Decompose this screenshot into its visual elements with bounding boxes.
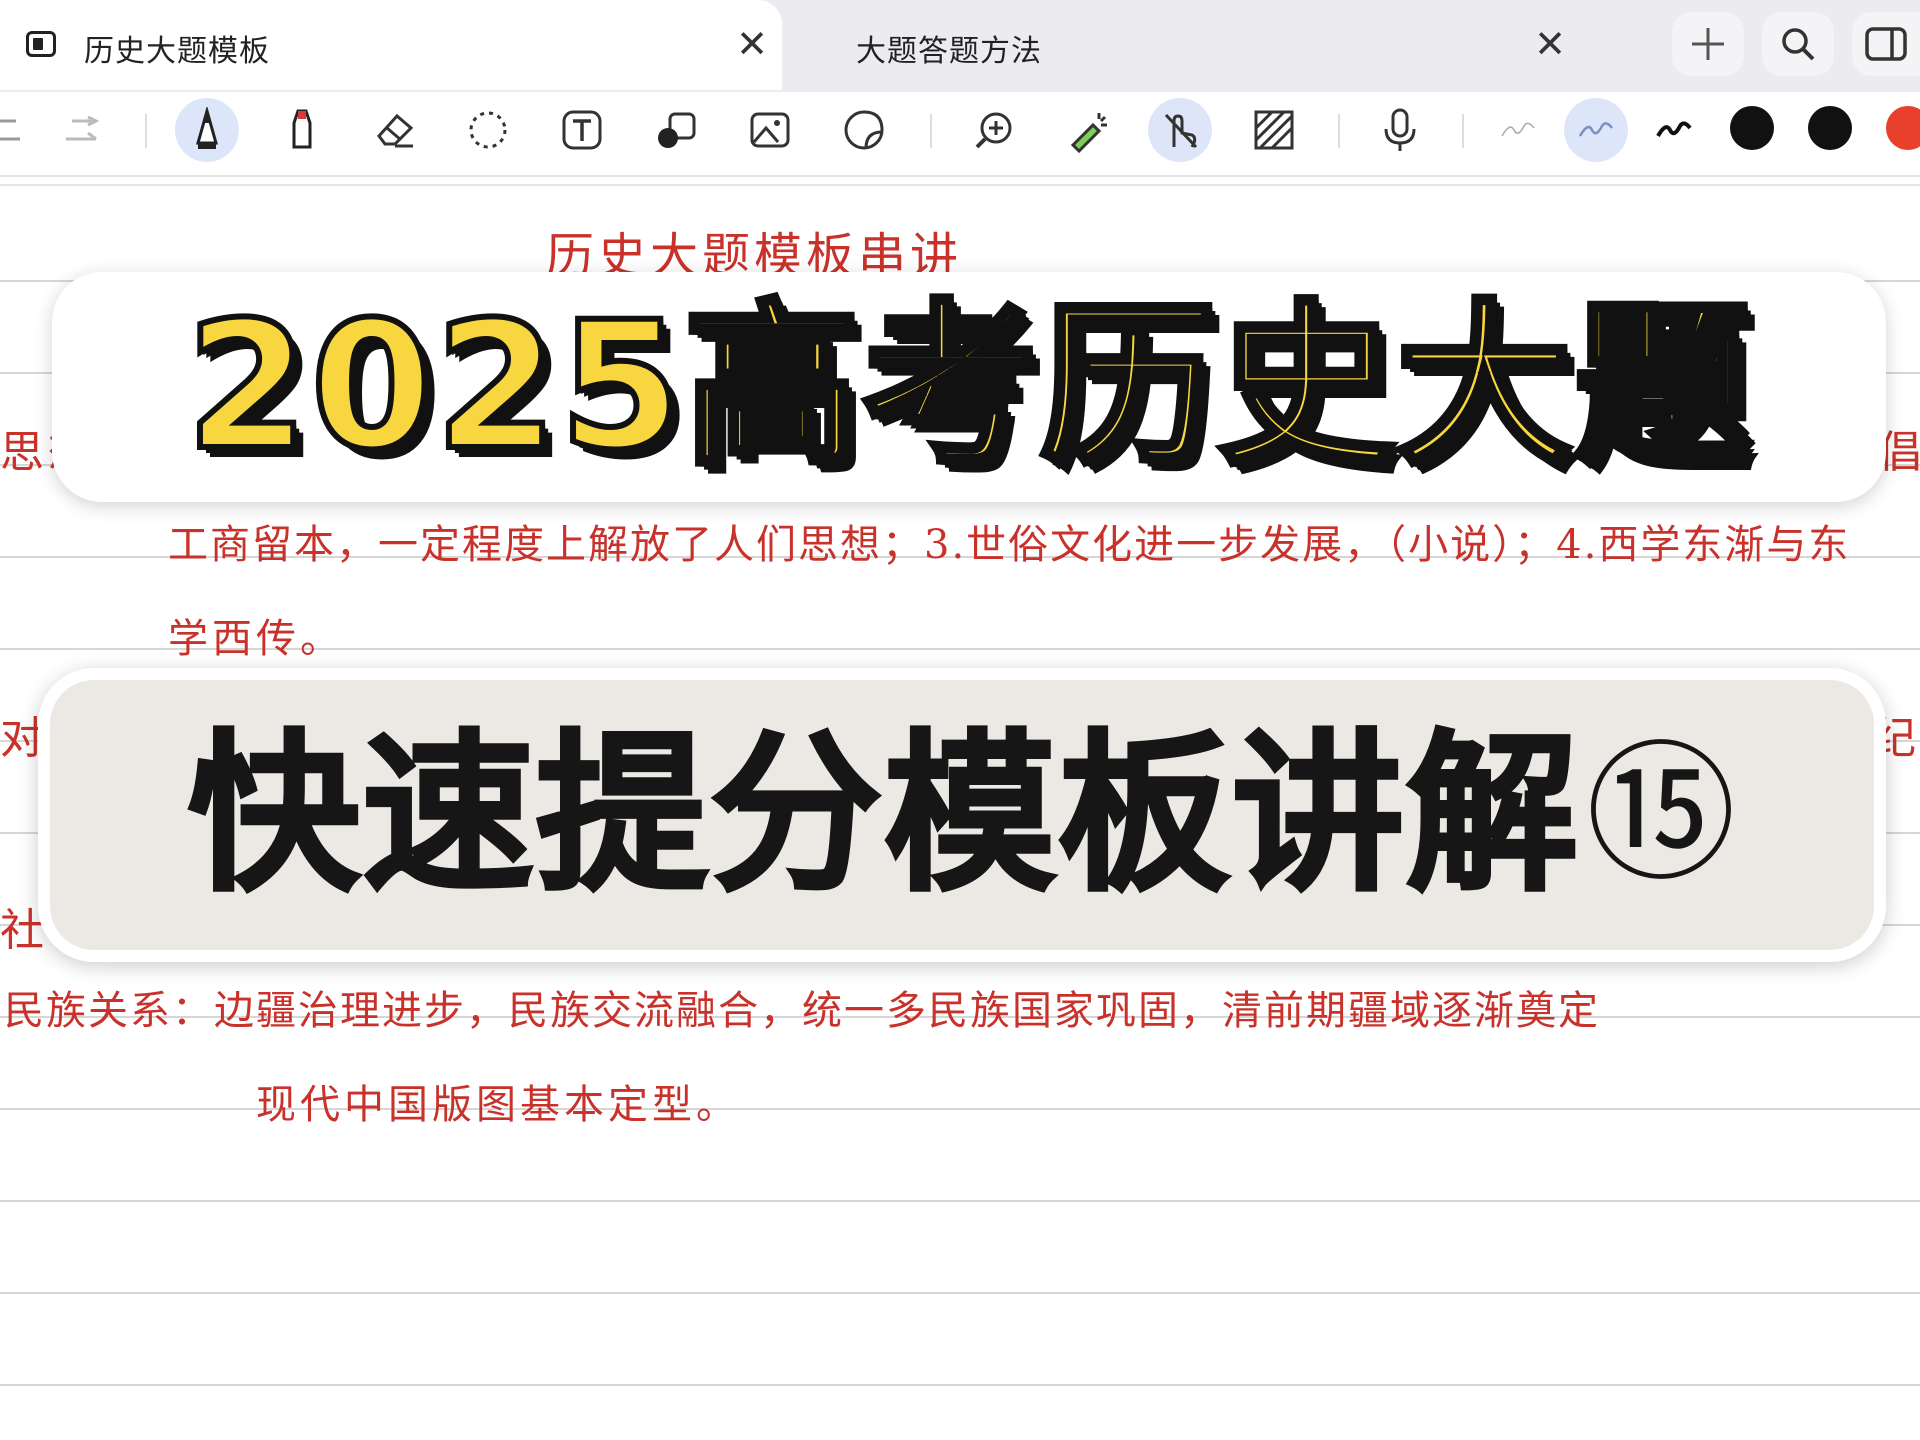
color-swatch-black[interactable] xyxy=(1730,106,1774,150)
tab-history-template[interactable]: 历史大题模板 ✕ xyxy=(0,0,782,90)
ruled-line xyxy=(0,1200,1920,1202)
search-button[interactable] xyxy=(1762,12,1834,76)
headline-banner: 2025高考历史大题 xyxy=(52,272,1886,502)
divider xyxy=(1462,114,1464,148)
close-icon[interactable]: ✕ xyxy=(728,20,776,68)
microphone-icon xyxy=(1384,108,1416,151)
redo-icon xyxy=(66,115,100,141)
page-top-divider xyxy=(0,175,1920,177)
pattern-tool[interactable] xyxy=(1242,98,1306,162)
sidebar-toggle-icon xyxy=(1865,27,1907,61)
image-icon xyxy=(750,112,790,148)
text-tool[interactable] xyxy=(550,98,614,162)
note-line: 学西传。 xyxy=(168,616,344,662)
zoom-icon xyxy=(975,112,1012,149)
sidebar-toggle-button[interactable] xyxy=(1852,12,1920,76)
marker-icon xyxy=(292,109,312,149)
page-top-divider xyxy=(0,184,1920,186)
touch-draw-tool[interactable] xyxy=(1148,98,1212,162)
lasso-tool[interactable] xyxy=(456,98,520,162)
note-line: 民族关系：边疆治理进步，民族交流融合，统一多民族国家巩固，清前期疆域逐渐奠定 xyxy=(4,988,1600,1034)
search-icon xyxy=(1782,28,1815,61)
laser-pointer-icon xyxy=(1070,113,1107,153)
pen-tool[interactable] xyxy=(175,98,239,162)
episode-number: ⑮ xyxy=(1585,728,1736,902)
divider xyxy=(1338,114,1340,148)
sticker-tool[interactable] xyxy=(832,98,896,162)
stroke-thick-button[interactable] xyxy=(1642,98,1706,162)
subline-banner: 快速提分模板讲解 ⑮ xyxy=(38,668,1886,962)
marker-tool[interactable] xyxy=(270,98,334,162)
lasso-icon xyxy=(469,111,507,149)
ruled-line xyxy=(0,1384,1920,1386)
color-swatch-black-2[interactable] xyxy=(1808,106,1852,150)
notebook-icon xyxy=(26,31,56,57)
subline-text: 快速提分模板讲解 xyxy=(186,714,1580,915)
pattern-icon xyxy=(1254,110,1294,150)
close-icon[interactable]: ✕ xyxy=(1526,20,1574,68)
eraser-tool[interactable] xyxy=(362,98,426,162)
undo-icon xyxy=(0,119,20,141)
touch-draw-icon xyxy=(1164,113,1198,149)
drawing-toolbar xyxy=(0,92,1920,172)
image-tool[interactable] xyxy=(738,98,802,162)
add-tab-button[interactable] xyxy=(1672,12,1744,76)
sticker-icon xyxy=(844,110,884,150)
tab-bar: 历史大题模板 ✕ 大题答题方法 ✕ xyxy=(0,0,1920,92)
undo-button[interactable] xyxy=(0,98,38,162)
stroke-medium-button[interactable] xyxy=(1564,98,1628,162)
stroke-thin-button[interactable] xyxy=(1486,98,1550,162)
divider xyxy=(145,114,147,148)
microphone-button[interactable] xyxy=(1368,98,1432,162)
pen-icon xyxy=(196,107,218,149)
stroke-thin-icon xyxy=(1501,122,1535,137)
laser-pointer-tool[interactable] xyxy=(1056,98,1120,162)
tab-label: 大题答题方法 xyxy=(856,34,1042,69)
redo-button[interactable] xyxy=(50,98,114,162)
zoom-tool[interactable] xyxy=(962,98,1026,162)
headline-text: 2025高考历史大题 xyxy=(183,284,1753,489)
note-line: 工商留本，一定程度上解放了人们思想；3.世俗文化进一步发展，（小说）；4.西学东… xyxy=(168,522,1851,568)
divider xyxy=(930,114,932,148)
stroke-medium-icon xyxy=(1578,122,1613,137)
tab-answer-method[interactable]: 大题答题方法 ✕ xyxy=(788,0,1588,90)
stroke-thick-icon xyxy=(1656,121,1692,138)
tab-label: 历史大题模板 xyxy=(84,34,270,69)
note-line: 现代中国版图基本定型。 xyxy=(256,1082,740,1128)
text-icon xyxy=(562,110,602,150)
shapes-tool[interactable] xyxy=(644,98,708,162)
color-swatch-red[interactable] xyxy=(1886,106,1920,150)
eraser-icon xyxy=(377,113,414,148)
ruled-line xyxy=(0,1292,1920,1294)
shapes-icon xyxy=(658,112,696,148)
add-icon xyxy=(1692,28,1724,60)
